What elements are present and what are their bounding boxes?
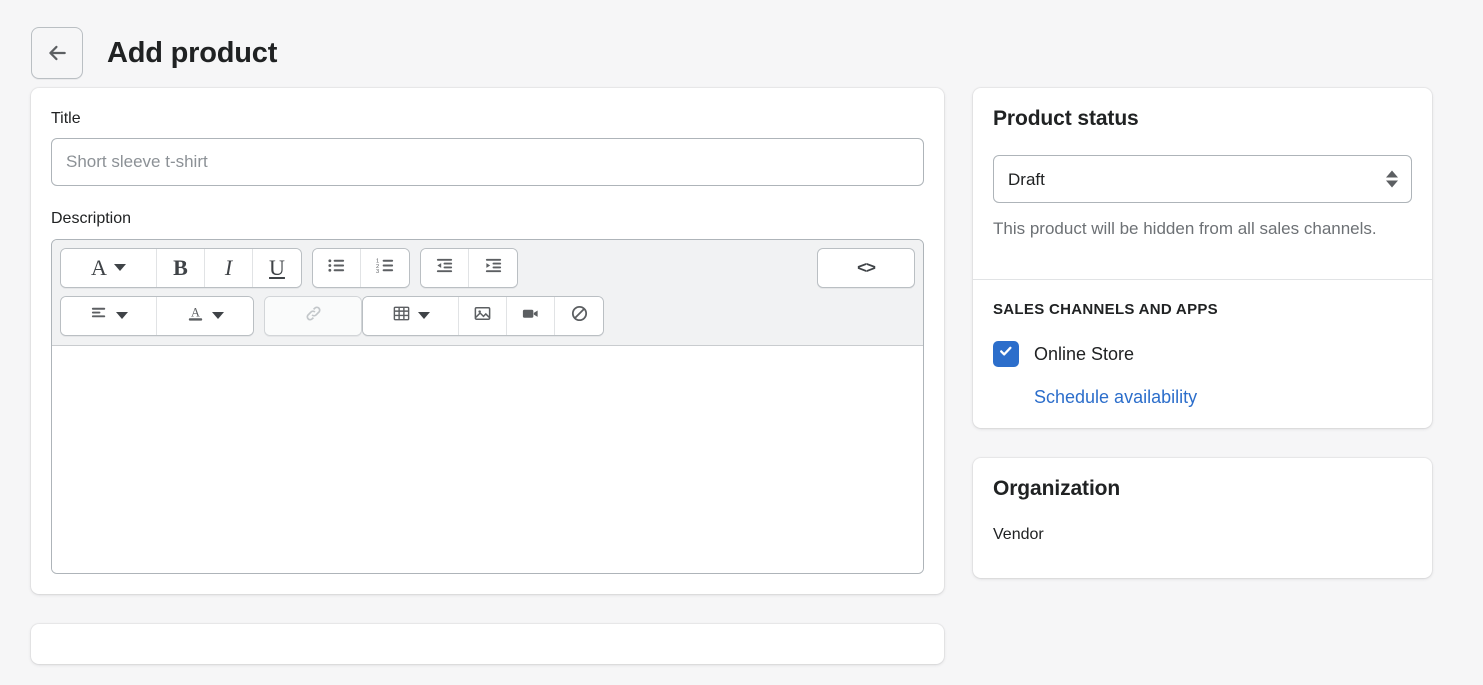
align-left-icon [90,304,109,328]
title-input[interactable] [51,138,924,187]
product-status-card: Product status Draft This product will b… [973,88,1432,428]
numbered-list-button[interactable]: 1 2 3 [361,248,409,287]
italic-icon: I [224,254,233,280]
bulleted-list-button[interactable] [313,248,361,287]
bold-icon: B [173,254,188,280]
bulleted-list-icon [327,256,346,280]
indent-icon [484,256,503,280]
toolbar-group-text-style: A B I U [60,247,302,288]
organization-title: Organization [993,476,1121,500]
outdent-button[interactable] [421,248,469,287]
text-color-icon: A [186,304,205,328]
page-layout: Title Description A [0,88,1483,664]
product-status-helper-text: This product will be hidden from all sal… [993,219,1377,238]
indent-button[interactable] [469,248,517,287]
online-store-label: Online Store [1034,343,1135,364]
chevron-down-icon [212,312,224,320]
description-editor: A B I U 1 2 3 <> A [51,238,924,574]
toolbar-group-align-color: A [60,295,254,336]
product-status-select-wrap: Draft [993,155,1412,203]
insert-video-button[interactable] [507,296,555,335]
online-store-checkbox[interactable] [993,340,1019,367]
svg-text:A: A [191,305,200,319]
no-symbol-icon [570,304,589,328]
chevron-down-icon [115,312,128,320]
italic-button[interactable]: I [205,248,253,287]
toolbar-group-media [362,295,604,336]
back-button[interactable] [31,27,83,79]
sales-channel-item-online-store[interactable]: Online Store [993,340,1412,367]
link-icon [304,304,323,328]
title-label: Title [51,110,81,127]
insert-table-button[interactable] [363,296,459,335]
product-details-card: Title Description A [31,88,944,594]
toolbar-row-2: A [60,295,915,336]
product-status-select[interactable]: Draft [993,155,1412,203]
chevron-down-icon [113,264,126,272]
checkmark-icon [998,343,1014,364]
html-code-button[interactable]: <> [818,248,914,287]
main-column: Title Description A [31,88,944,664]
organization-card: Organization Vendor [973,457,1432,578]
description-label: Description [51,210,132,228]
description-textarea[interactable] [52,345,923,573]
text-color-button[interactable]: A [157,296,253,335]
align-button[interactable] [61,296,157,335]
serif-A-icon: A [91,254,107,280]
outdent-icon [435,256,454,280]
insert-image-button[interactable] [459,296,507,335]
underline-icon: U [269,254,285,280]
toolbar-group-insert [264,295,362,336]
toolbar-group-lists: 1 2 3 [312,247,410,288]
vendor-label: Vendor [993,525,1044,543]
table-icon [392,304,411,328]
arrow-left-icon [46,42,68,64]
svg-text:3: 3 [376,269,379,275]
schedule-availability-link[interactable]: Schedule availability [1034,388,1197,406]
toolbar-row-1: A B I U 1 2 3 <> [60,247,915,288]
product-status-title: Product status [993,107,1139,130]
underline-button[interactable]: U [253,248,301,287]
video-camera-icon [521,304,540,328]
chevron-down-icon [417,312,430,320]
product-status-section: Product status Draft This product will b… [973,88,1432,279]
numbered-list-icon: 1 2 3 [376,256,395,280]
sales-channels-section: SALES CHANNELS AND APPS Online Store Sch… [973,280,1432,428]
insert-link-button [265,296,361,335]
page-title: Add product [107,36,278,69]
image-icon [473,304,492,328]
editor-toolbar: A B I U 1 2 3 <> A [52,239,923,346]
media-card [31,623,944,664]
bold-button[interactable]: B [157,248,205,287]
toolbar-group-indent [420,247,518,288]
toolbar-group-html: <> [817,247,915,288]
side-column: Product status Draft This product will b… [973,88,1432,578]
code-brackets-icon: <> [857,258,876,278]
font-style-button[interactable]: A [61,248,157,287]
page-header: Add product [0,0,1483,88]
sales-channels-heading: SALES CHANNELS AND APPS [993,300,1218,318]
clear-formatting-button[interactable] [555,296,603,335]
